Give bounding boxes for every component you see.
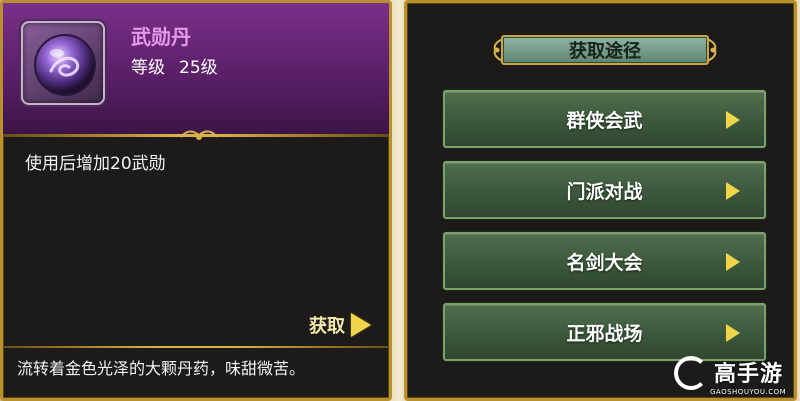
source-button-menpai[interactable]: 门派对战: [443, 161, 766, 219]
triangle-right-icon: [726, 182, 740, 200]
watermark-text: 高手游: [714, 362, 784, 387]
item-level-value: 25级: [179, 58, 218, 78]
item-header: 武勋丹 等级 25级: [3, 3, 389, 135]
source-button-label: 群侠会武: [566, 109, 643, 132]
item-name: 武勋丹: [131, 25, 191, 49]
acquisition-title: 获取途径: [501, 35, 709, 65]
triangle-right-icon: [726, 111, 740, 129]
item-description: 使用后增加20武勋: [25, 154, 166, 174]
triangle-right-icon: [726, 253, 740, 271]
get-item-link[interactable]: 获取: [309, 311, 387, 339]
source-button-label: 正邪战场: [566, 322, 643, 345]
gaoshouyou-logo-icon: [674, 356, 708, 390]
item-level: 等级 25级: [131, 53, 218, 78]
item-icon-frame: [21, 21, 105, 105]
purple-orb-icon: [34, 34, 96, 96]
source-button-mingjian[interactable]: 名剑大会: [443, 232, 766, 290]
get-item-label: 获取: [309, 316, 345, 337]
acquisition-title-banner: 获取途径: [491, 33, 719, 67]
title-scroll-right-icon: [706, 38, 717, 62]
footer-divider: [3, 346, 389, 348]
site-watermark: 高手游 GAOSHOUYOU.COM: [660, 352, 798, 400]
source-button-label: 名剑大会: [566, 251, 643, 274]
item-detail-panel: 武勋丹 等级 25级 使用后增加20武勋 获取 流转着金色光泽的大颗丹药，味甜微苦…: [0, 0, 392, 401]
watermark-subtext: GAOSHOUYOU.COM: [710, 388, 787, 396]
item-level-label: 等级: [131, 58, 165, 78]
triangle-right-icon: [351, 313, 371, 337]
source-button-qunxia[interactable]: 群侠会武: [443, 90, 766, 148]
item-flavor-text: 流转着金色光泽的大颗丹药，味甜微苦。: [17, 359, 306, 378]
divider-ornament-icon: [180, 130, 218, 140]
source-button-label: 门派对战: [566, 180, 643, 203]
acquisition-panel: 获取途径 群侠会武 门派对战 名剑大会 正邪战场: [404, 0, 797, 401]
triangle-right-icon: [726, 324, 740, 342]
